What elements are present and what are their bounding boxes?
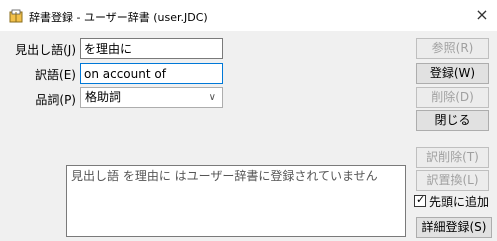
- delete-button[interactable]: 削除(D): [416, 87, 489, 108]
- part-of-speech-select[interactable]: 格助詞 ∨: [80, 87, 223, 108]
- status-message: 見出し語 を理由に はユーザー辞書に登録されていません: [71, 169, 378, 183]
- delete-translation-button[interactable]: 訳削除(T): [416, 147, 489, 168]
- register-button[interactable]: 登録(W): [416, 63, 489, 84]
- status-message-box: 見出し語 を理由に はユーザー辞書に登録されていません: [66, 165, 406, 237]
- close-window-button[interactable]: ×: [467, 0, 497, 31]
- reading-input[interactable]: [80, 38, 223, 59]
- translation-label: 訳語(E): [35, 68, 76, 82]
- replace-translation-button[interactable]: 訳置換(L): [416, 170, 489, 191]
- prepend-checkbox[interactable]: ✓: [414, 193, 426, 207]
- part-of-speech-value: 格助詞: [85, 90, 122, 104]
- part-of-speech-label: 品詞(P): [35, 93, 76, 107]
- title-bar: 辞書登録 - ユーザー辞書 (user.JDC) ×: [0, 0, 497, 31]
- translation-input[interactable]: [80, 63, 223, 84]
- chevron-down-icon: ∨: [208, 92, 216, 103]
- detail-register-button[interactable]: 詳細登録(S): [416, 217, 492, 238]
- close-button[interactable]: 閉じる: [416, 110, 489, 131]
- checkmark-icon: ✓: [416, 193, 426, 206]
- prepend-label: 先頭に追加: [429, 195, 490, 209]
- window-title: 辞書登録 - ユーザー辞書 (user.JDC): [29, 11, 208, 24]
- reading-label: 見出し語(J): [15, 43, 76, 57]
- dictionary-book-icon: [9, 9, 23, 23]
- reference-button[interactable]: 参照(R): [416, 38, 489, 59]
